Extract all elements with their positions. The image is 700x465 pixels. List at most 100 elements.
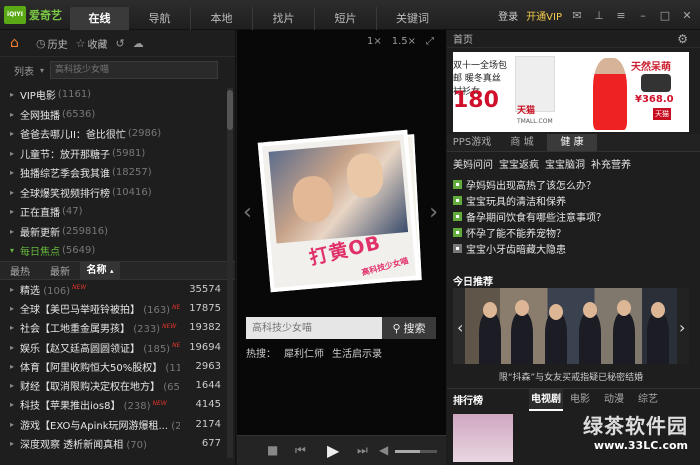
- list-item[interactable]: ▸ 科技【苹果推出ios8】 (238) NEW 4145: [0, 395, 235, 414]
- category-item[interactable]: ▸ 全球爆笑视频排行榜 (10416): [0, 183, 235, 203]
- left-scrollbar[interactable]: [227, 88, 233, 458]
- category-item[interactable]: ▸ 儿童节：放开那糖子 (5981): [0, 144, 235, 164]
- category-item[interactable]: ▸ 独播综艺季会我其谁 (18257): [0, 163, 235, 183]
- tab-guide[interactable]: 导航: [128, 7, 190, 30]
- hot-search-link[interactable]: 生活启示录: [332, 345, 382, 360]
- list-dropdown[interactable]: 列表: [14, 63, 34, 78]
- speed-1-5x-button[interactable]: 1.5×: [392, 36, 416, 47]
- next-icon[interactable]: ⏭: [357, 443, 368, 458]
- category-item[interactable]: ▸ VIP电影 (1161): [0, 85, 235, 105]
- volume-slider[interactable]: [395, 450, 437, 453]
- stop-icon[interactable]: ■: [267, 443, 278, 457]
- rank-tab-tv[interactable]: 电视剧: [529, 388, 563, 411]
- category-item-open[interactable]: ▾ 每日焦点 (5649): [0, 241, 235, 261]
- tab-find[interactable]: 找片: [252, 7, 314, 30]
- favorites-tab[interactable]: ☆ 收藏: [76, 36, 108, 51]
- news-top-link[interactable]: 美妈问问: [453, 156, 493, 171]
- tab-mall[interactable]: 商 城: [497, 134, 547, 151]
- gear-icon[interactable]: ⚙: [677, 32, 688, 46]
- today-image[interactable]: [453, 288, 689, 364]
- player-search-input[interactable]: [246, 317, 382, 339]
- rank-tab-variety[interactable]: 综艺: [631, 389, 665, 411]
- next-arrow-icon[interactable]: ›: [679, 318, 685, 337]
- featured-poster[interactable]: 打黄OB 高科技少女喵: [257, 129, 422, 293]
- video-player[interactable]: 1× 1.5× ⤢ ‹ › 打黄OB 高科技少女喵 ⚲搜索 热搜： 犀利仁师 生…: [237, 30, 446, 465]
- tab-pps-games[interactable]: PPS游戏: [447, 134, 497, 151]
- prev-arrow-icon[interactable]: ‹: [457, 318, 463, 337]
- sort-hot[interactable]: 最热: [0, 263, 40, 278]
- list-search-input[interactable]: [50, 61, 219, 79]
- news-top-link[interactable]: 宝宝脑洞: [545, 156, 585, 171]
- vip-link[interactable]: 开通VIP: [526, 8, 562, 23]
- news-item[interactable]: ▪ 怀孕了能不能养宠物？: [453, 224, 693, 240]
- news-top-link[interactable]: 补充营养: [591, 156, 631, 171]
- news-item[interactable]: ▪ 宝宝玩具的清洁和保养: [453, 192, 693, 208]
- login-link[interactable]: 登录: [498, 8, 518, 23]
- list-item[interactable]: ▸ 社会【工地重金属男孩】 (233) NEW 19382: [0, 318, 235, 337]
- title-bar: iQIYI 爱奇艺 在线 导航 本地 找片 短片 关键词 登录 开通VIP ✉ …: [0, 0, 700, 30]
- play-icon[interactable]: ▶: [327, 441, 339, 460]
- filter-row: 列表 ▾: [0, 57, 235, 83]
- tab-short[interactable]: 短片: [314, 7, 376, 30]
- share-tab[interactable]: ↺: [115, 37, 124, 50]
- rank-tab-anime[interactable]: 动漫: [597, 389, 631, 411]
- sort-new[interactable]: 最新: [40, 263, 80, 278]
- list-bullet-icon: ▪: [453, 195, 462, 205]
- tab-keywords[interactable]: 关键词: [376, 7, 448, 30]
- rank-thumbnail[interactable]: [453, 414, 513, 462]
- message-icon[interactable]: ✉: [570, 9, 584, 23]
- sort-tabs: 最热 最新 名称 ▴: [0, 260, 235, 280]
- app-logo[interactable]: iQIYI 爱奇艺: [4, 5, 62, 25]
- home-icon[interactable]: ⌂: [10, 35, 28, 51]
- list-item[interactable]: ▸ 精选 (106) NEW 35574: [0, 280, 235, 299]
- expand-icon[interactable]: ⤢: [426, 36, 434, 47]
- hot-search-link[interactable]: 犀利仁师: [284, 345, 324, 360]
- item-name: 体育【阿里收购恒大50%股权】: [20, 362, 163, 374]
- category-item[interactable]: ▸ 爸爸去哪儿II：爸比很忙 (2986): [0, 124, 235, 144]
- list-item[interactable]: ▸游戏【EXO与Apink玩网游爆租... (289)NEW2174: [0, 415, 235, 434]
- tab-health[interactable]: 健 康: [547, 134, 597, 151]
- chevron-right-icon: ▸: [10, 148, 15, 158]
- category-item[interactable]: ▸ 全网独播 (6536): [0, 105, 235, 125]
- item-value: 4145: [195, 399, 221, 411]
- health-news: 美妈问问 宝宝返疯 宝宝脑洞 补充营养 ▪ 孕妈妈出现高热了该怎么办？ ▪ 宝宝玩具…: [453, 156, 693, 256]
- item-name: 全球【美巴马举哑铃被拍】: [20, 304, 140, 316]
- cloud-tab[interactable]: ☁: [133, 37, 144, 50]
- chevron-right-icon: ▸: [10, 439, 15, 449]
- category-item[interactable]: ▸ 正在直播 (47): [0, 202, 235, 222]
- list-item[interactable]: ▸体育【阿里收购恒大50%股权】 (113)NEW2963: [0, 357, 235, 376]
- ad-banner[interactable]: 双十一全场包邮 暖冬真丝衬衫女 180 天猫 TMALL.COM 天然呆萌 ¥36…: [453, 52, 689, 132]
- menu-icon[interactable]: ≡: [614, 9, 628, 23]
- news-item[interactable]: ▪ 孕妈妈出现高热了该怎么办？: [453, 176, 693, 192]
- tab-online[interactable]: 在线: [70, 7, 128, 30]
- pin-icon[interactable]: ⊥: [592, 9, 606, 23]
- news-item[interactable]: ▪ 宝宝小牙齿暗藏大隐患: [453, 240, 693, 256]
- sort-name[interactable]: 名称 ▴: [80, 260, 120, 280]
- previous-icon[interactable]: ⏮: [295, 443, 306, 458]
- next-arrow-icon[interactable]: ›: [429, 200, 438, 225]
- left-scrollbar-thumb[interactable]: [227, 90, 233, 130]
- list-item[interactable]: ▸ 全球【美巴马举哑铃被拍】 (163)NEW 17875: [0, 299, 235, 318]
- chevron-down-icon[interactable]: ▾: [40, 66, 44, 75]
- maximize-icon[interactable]: □: [658, 9, 672, 23]
- logo-badge: iQIYI: [4, 6, 26, 24]
- minimize-icon[interactable]: –: [636, 9, 650, 23]
- category-item[interactable]: ▸ 最新更新 (259816): [0, 222, 235, 242]
- search-button[interactable]: ⚲ 搜索: [382, 317, 436, 339]
- today-caption[interactable]: 限“抖森”与女友买戒指疑已秘密结婚: [453, 370, 689, 383]
- tab-local[interactable]: 本地: [190, 7, 252, 30]
- list-item[interactable]: ▸财经【取消限购决定权在地方】 (65)NEW1644: [0, 376, 235, 395]
- list-item[interactable]: ▸ 深度观察 透析新闻真相 (70) 677: [0, 434, 235, 453]
- rank-tab-movie[interactable]: 电影: [563, 389, 597, 411]
- history-tab[interactable]: ◷ 历史: [36, 36, 68, 51]
- speed-1x-button[interactable]: 1×: [367, 36, 382, 47]
- close-icon[interactable]: ✕: [680, 9, 694, 23]
- volume-icon[interactable]: ◀: [379, 443, 388, 457]
- news-top-link[interactable]: 宝宝返疯: [499, 156, 539, 171]
- news-item[interactable]: ▪ 备孕期间饮食有哪些注意事项？: [453, 208, 693, 224]
- list-item[interactable]: ▸ 娱乐【赵又廷高圆圆领证】 (185)NEW 19694: [0, 337, 235, 356]
- prev-arrow-icon[interactable]: ‹: [243, 200, 252, 225]
- chevron-right-icon: ▸: [10, 419, 15, 429]
- category-name: 全球爆笑视频排行榜: [20, 188, 110, 200]
- poster-card: 打黄OB 高科技少女喵: [257, 129, 421, 293]
